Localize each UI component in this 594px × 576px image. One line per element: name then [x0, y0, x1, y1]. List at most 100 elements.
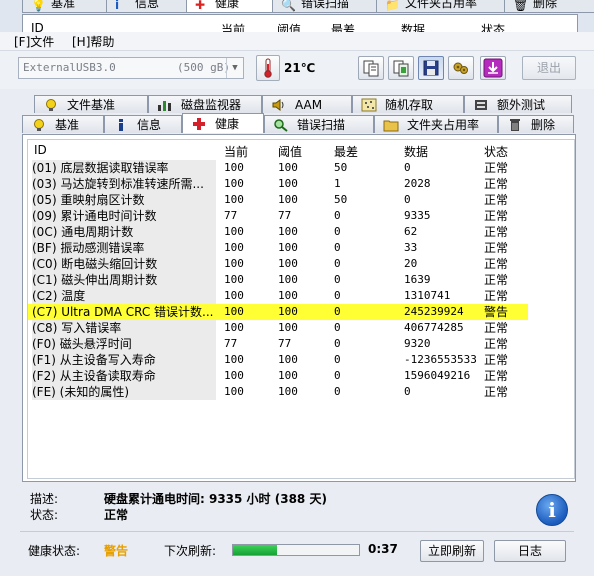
row-data: 406774285 — [404, 321, 464, 334]
table-row[interactable]: (BF) 振动感测错误率 100 100 0 33 正常 — [28, 240, 528, 256]
status-label: 状态: — [30, 508, 59, 522]
table-row[interactable]: (09) 累计通电时间计数 77 77 0 9335 正常 — [28, 208, 528, 224]
table-row[interactable]: (C8) 写入错误率 100 100 0 406774285 正常 — [28, 320, 528, 336]
smart-table[interactable]: ID 当前 阈值 最差 数据 状态 (01) 底层数据读取错误率 100 100 50… — [27, 139, 575, 479]
row-worst: 0 — [334, 305, 341, 318]
row-status: 警告 — [484, 305, 509, 319]
col-header-id[interactable]: ID — [34, 143, 47, 157]
row-attribute-name: (09) 累计通电时间计数 — [32, 208, 216, 224]
row-data: 1596049216 — [404, 369, 471, 382]
download-button[interactable] — [480, 56, 506, 80]
table-row[interactable]: (F1) 从主设备写入寿命 100 100 0 -1236553533 正常 — [28, 352, 528, 368]
table-row[interactable]: (F0) 磁头悬浮时间 77 77 0 9320 正常 — [28, 336, 528, 352]
refresh-now-button[interactable]: 立即刷新 — [420, 540, 484, 562]
row-current: 100 — [224, 305, 244, 318]
row-current: 100 — [224, 177, 244, 190]
row-status: 正常 — [484, 241, 509, 255]
row-threshold: 100 — [278, 225, 298, 238]
table-row[interactable]: (F2) 从主设备读取寿命 100 100 0 1596049216 正常 — [28, 368, 528, 384]
row-current: 100 — [224, 353, 244, 366]
row-status: 正常 — [484, 353, 509, 367]
row-worst: 0 — [334, 209, 341, 222]
tab-random-access[interactable]: 随机存取 — [352, 95, 464, 113]
drive-select[interactable]: ExternalUSB3.0 (500 gB) ▼ — [18, 57, 244, 79]
options-button[interactable] — [448, 56, 474, 80]
tab-error-scan[interactable]: 错误扫描 — [264, 115, 374, 133]
table-row[interactable]: (C2) 温度 100 100 0 1310741 正常 — [28, 288, 528, 304]
copy-text-button[interactable] — [358, 56, 384, 80]
row-status: 正常 — [484, 225, 509, 239]
tab-folder-usage[interactable]: 文件夹占用率 — [374, 115, 498, 133]
col-header-current[interactable]: 当前 — [224, 143, 248, 160]
row-threshold: 100 — [278, 257, 298, 270]
row-current: 100 — [224, 289, 244, 302]
row-status: 正常 — [484, 273, 509, 287]
row-current: 100 — [224, 193, 244, 206]
row-status: 正常 — [484, 177, 509, 191]
row-data: 0 — [404, 161, 411, 174]
exit-button[interactable]: 退出 — [522, 56, 576, 80]
row-worst: 0 — [334, 289, 341, 302]
thermometer-icon — [256, 55, 280, 81]
row-status: 正常 — [484, 337, 509, 351]
row-current: 77 — [224, 209, 238, 222]
col-header-threshold[interactable]: 阈值 — [278, 143, 302, 160]
table-row[interactable]: (C7) Ultra DMA CRC 错误计数... 100 100 0 2452399… — [28, 304, 528, 320]
col-header-worst[interactable]: 最差 — [334, 143, 358, 160]
row-data: 1639 — [404, 273, 431, 286]
row-status: 正常 — [484, 209, 509, 223]
row-data: 0 — [404, 385, 411, 398]
log-button[interactable]: 日志 — [494, 540, 566, 562]
red-cross-icon — [191, 117, 207, 131]
row-threshold: 100 — [278, 241, 298, 254]
row-worst: 1 — [334, 177, 341, 190]
table-row[interactable]: (C0) 断电磁头缩回计数 100 100 0 20 正常 — [28, 256, 528, 272]
row-attribute-name: (F1) 从主设备写入寿命 — [32, 352, 216, 368]
trash-icon — [507, 118, 523, 132]
row-data: 0 — [404, 193, 411, 206]
chevron-down-icon[interactable]: ▼ — [226, 58, 243, 78]
row-threshold: 100 — [278, 193, 298, 206]
bulb-file-icon — [43, 98, 59, 112]
tab-file-benchmark[interactable]: 文件基准 — [34, 95, 148, 113]
table-row[interactable]: (0C) 通电周期计数 100 100 0 62 正常 — [28, 224, 528, 240]
table-row[interactable]: (FE) (未知的属性) 100 100 0 0 正常 — [28, 384, 528, 400]
bulb-icon — [31, 118, 47, 132]
tab-info[interactable]: 信息 — [104, 115, 182, 133]
row-data: 20 — [404, 257, 418, 270]
row-attribute-name: (01) 底层数据读取错误率 — [32, 160, 216, 176]
health-status-label: 健康状态: — [28, 544, 81, 558]
bar-chart-icon — [157, 98, 173, 112]
tab-disk-monitor[interactable]: 磁盘监视器 — [148, 95, 262, 113]
bulb-icon: 💡 — [31, 0, 46, 12]
drive-name: ExternalUSB3.0 — [23, 61, 116, 74]
table-row[interactable]: (C1) 磁头伸出周期计数 100 100 0 1639 正常 — [28, 272, 528, 288]
col-header-status[interactable]: 状态 — [484, 143, 508, 160]
magnifier-icon: 🔍 — [281, 0, 296, 12]
row-data: 1310741 — [404, 289, 451, 302]
magnifier-icon — [273, 118, 289, 132]
table-row[interactable]: (05) 重映射扇区计数 100 100 50 0 正常 — [28, 192, 528, 208]
tab-extra-tests[interactable]: 额外测试 — [464, 95, 572, 113]
col-header-data[interactable]: 数据 — [404, 143, 428, 160]
tab-benchmark[interactable]: 基准 — [22, 115, 104, 133]
copy-screenshot-button[interactable] — [388, 56, 414, 80]
tab-erase[interactable]: 删除 — [498, 115, 574, 133]
menu-file[interactable]: [F]文件 — [14, 33, 54, 50]
tab-aam[interactable]: AAM — [262, 95, 352, 113]
row-current: 77 — [224, 337, 238, 350]
menu-help[interactable]: [H]帮助 — [72, 33, 114, 50]
table-row[interactable]: (01) 底层数据读取错误率 100 100 50 0 正常 — [28, 160, 528, 176]
row-attribute-name: (FE) (未知的属性) — [32, 384, 216, 400]
row-data: 2028 — [404, 177, 431, 190]
tab-health[interactable]: 健康 — [182, 113, 264, 133]
save-button[interactable] — [418, 56, 444, 80]
row-attribute-name: (05) 重映射扇区计数 — [32, 192, 216, 208]
table-row[interactable]: (03) 马达旋转到标准转速所需... 100 100 1 2028 正常 — [28, 176, 528, 192]
info-icon[interactable]: i — [536, 494, 568, 526]
copy-screenshot-icon — [393, 60, 409, 77]
extra-test-icon — [473, 98, 489, 112]
row-worst: 50 — [334, 161, 348, 174]
row-worst: 0 — [334, 225, 341, 238]
row-status: 正常 — [484, 369, 509, 383]
